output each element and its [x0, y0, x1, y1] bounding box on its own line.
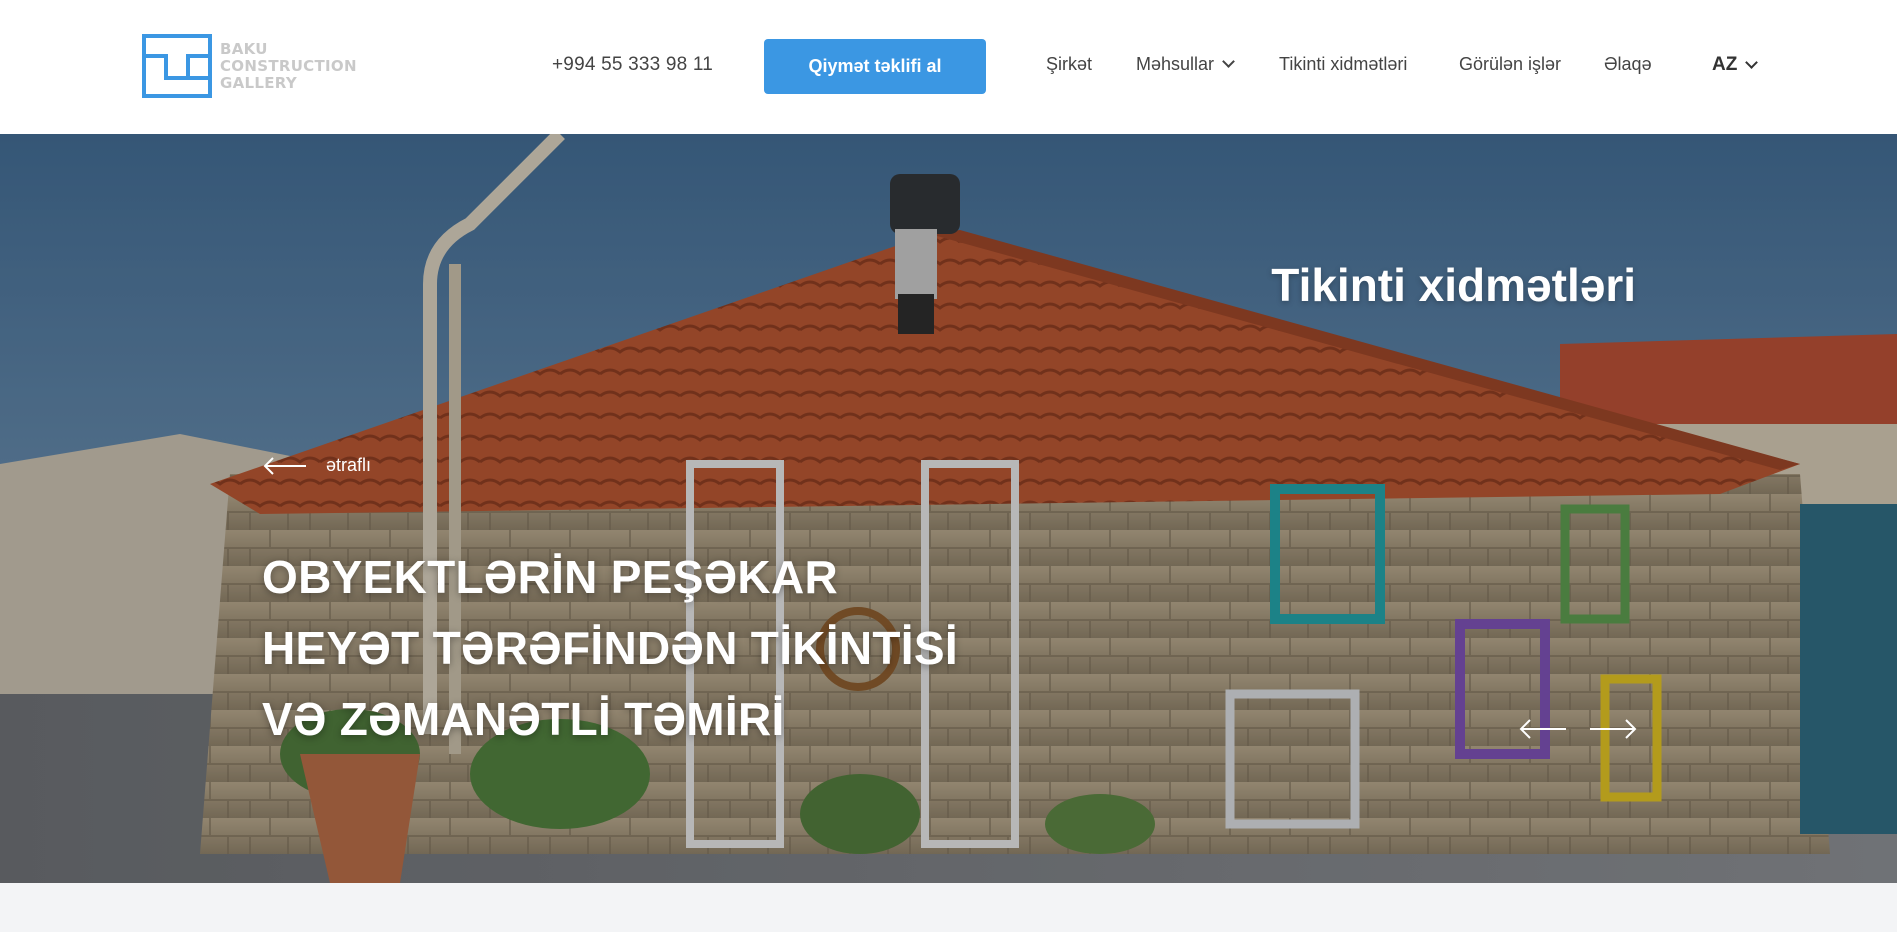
nav-item-company[interactable]: Şirkət — [1046, 54, 1092, 75]
arrow-right-icon — [1590, 719, 1637, 739]
nav-item-label: Şirkət — [1046, 54, 1093, 74]
next-section-edge — [0, 883, 1897, 932]
nav-item-label: Əlaqə — [1604, 54, 1652, 74]
logo-line-2: CONSTRUCTION — [220, 56, 357, 75]
arrow-left-icon — [1519, 719, 1566, 739]
nav-item-completed-works[interactable]: Görülən işlər — [1459, 54, 1561, 75]
logo-line-1: BAKU — [220, 39, 268, 58]
hero-category-label: Tikinti xidmətləri — [1271, 259, 1636, 311]
nav-item-label: Məhsullar — [1136, 54, 1215, 74]
nav-item-label: Görülən işlər — [1459, 54, 1562, 74]
chevron-down-icon — [1745, 55, 1759, 69]
language-switcher[interactable]: AZ — [1712, 54, 1759, 76]
logo-line-3: GALLERY — [220, 73, 297, 92]
slider-next-button[interactable] — [1588, 717, 1638, 741]
more-details-label: ətraflı — [326, 455, 372, 475]
site-header: BAKU CONSTRUCTION GALLERY +994 55 333 98… — [0, 0, 1897, 134]
hero-slider: Tikinti xidmətləri ətraflı OBYEKTLƏRİN P… — [0, 134, 1897, 883]
nav-item-products[interactable]: Məhsullar — [1136, 54, 1235, 75]
more-details-link[interactable]: ətraflı — [262, 455, 371, 476]
get-quote-button[interactable]: Qiymət təklifi al — [764, 39, 986, 94]
logo-text: BAKU CONSTRUCTION GALLERY — [220, 39, 357, 92]
slider-prev-button[interactable] — [1518, 717, 1568, 741]
arrow-left-icon — [263, 456, 306, 475]
logo[interactable]: BAKU CONSTRUCTION GALLERY — [142, 34, 372, 98]
nav-item-label: Tikinti xidmətləri — [1279, 54, 1408, 74]
chevron-down-icon — [1222, 55, 1235, 68]
nav-item-construction-services[interactable]: Tikinti xidmətləri — [1279, 54, 1407, 75]
phone-link[interactable]: +994 55 333 98 11 — [552, 54, 713, 76]
nav-item-contact[interactable]: Əlaqə — [1604, 54, 1652, 75]
language-label: AZ — [1712, 54, 1738, 75]
logo-mark-icon — [142, 34, 212, 98]
hero-overlay — [0, 134, 1897, 883]
hero-title: OBYEKTLƏRİN PEŞƏKAR HEYƏT TƏRƏFİNDƏN TİK… — [262, 551, 958, 745]
